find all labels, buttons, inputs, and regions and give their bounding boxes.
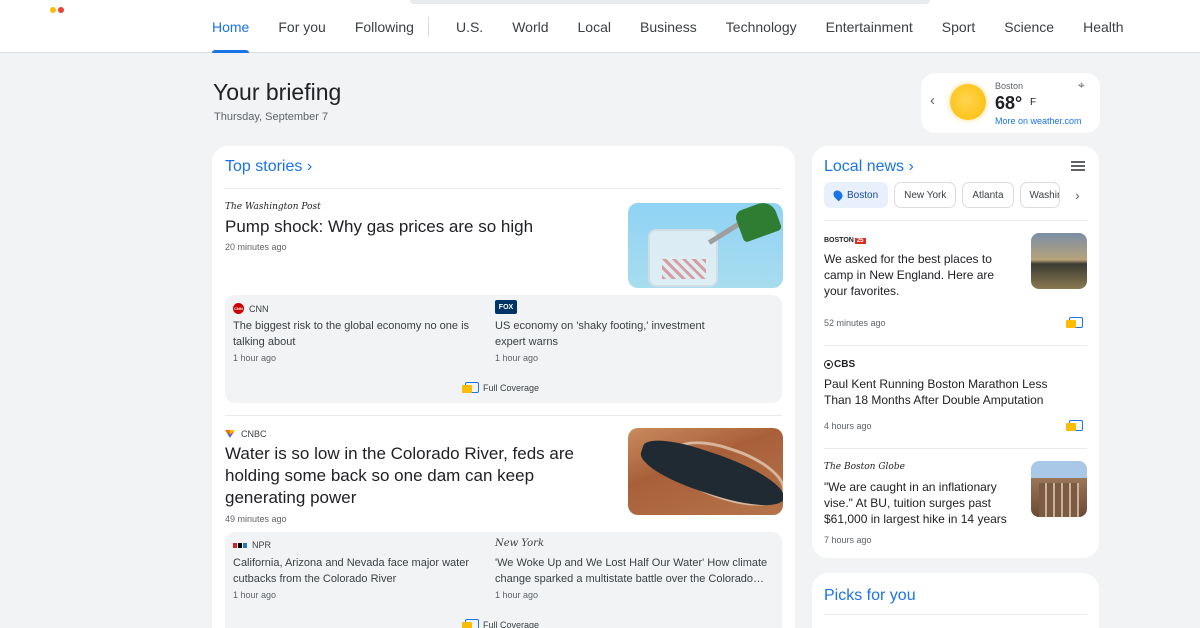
picks-for-you-card: Picks for you [812, 573, 1099, 628]
local-story-source[interactable]: The Boston Globe [824, 462, 905, 472]
lake-thumbnail[interactable] [1031, 233, 1087, 289]
weather-city: Boston [995, 81, 1024, 91]
full-coverage-button[interactable]: Full Coverage [462, 382, 539, 393]
local-news-card: Local news › Boston New York Atlanta Was… [812, 146, 1099, 558]
nav-for-you[interactable]: For you [278, 0, 325, 53]
gas-pump-thumbnail[interactable] [628, 203, 783, 288]
npr-logo-icon [233, 542, 247, 548]
nav-entertainment[interactable]: Entertainment [826, 0, 913, 53]
related-time: 1 hour ago [233, 353, 277, 363]
chip-washington[interactable]: Washington [1019, 182, 1060, 208]
story-time: 49 minutes ago [225, 514, 287, 524]
chevron-right-icon: › [908, 158, 914, 175]
related-source[interactable]: CNN CNN [233, 303, 269, 314]
local-story-headline[interactable]: Paul Kent Running Boston Marathon Less T… [824, 376, 1064, 408]
sun-icon [950, 84, 986, 120]
cbs-eye-icon [824, 360, 833, 369]
full-coverage-icon [462, 619, 479, 628]
google-news-logo[interactable] [50, 0, 76, 13]
related-time: 1 hour ago [495, 353, 539, 363]
local-story-headline[interactable]: "We are caught in an inflationary vise."… [824, 479, 1019, 527]
chevron-right-icon: › [306, 158, 313, 175]
page-title: Your briefing [213, 79, 342, 105]
local-story-source[interactable]: CBS [824, 359, 855, 370]
chip-new-york[interactable]: New York [894, 182, 957, 208]
weather-unit: F [1030, 97, 1037, 108]
nav-following[interactable]: Following [355, 0, 414, 53]
divider [824, 614, 1087, 615]
top-stories-heading[interactable]: Top stories › [225, 158, 312, 176]
nav-local[interactable]: Local [578, 0, 611, 53]
related-coverage-panel: NPR California, Arizona and Nevada face … [225, 532, 782, 628]
weather-more-link[interactable]: More on weather.com [995, 116, 1082, 126]
cnbc-logo-icon [225, 430, 235, 438]
nav-science[interactable]: Science [1004, 0, 1054, 53]
related-headline[interactable]: 'We Woke Up and We Lost Half Our Water' … [495, 555, 771, 587]
divider [225, 188, 782, 189]
location-chips: Boston New York Atlanta Washington [824, 182, 1060, 208]
nav-divider [427, 16, 429, 37]
nav-home[interactable]: Home [212, 0, 250, 53]
local-story-source[interactable]: BOSTON 25 [824, 234, 866, 244]
local-story-time: 52 minutes ago [824, 318, 886, 328]
divider [225, 415, 782, 416]
story-headline[interactable]: Water is so low in the Colorado River, f… [225, 443, 595, 509]
briefing-date: Thursday, September 7 [214, 111, 329, 123]
full-coverage-icon[interactable] [1066, 317, 1083, 328]
story-source[interactable]: The Washington Post [225, 202, 321, 212]
related-headline[interactable]: US economy on 'shaky footing,' investmen… [495, 318, 735, 350]
story-time: 20 minutes ago [225, 242, 287, 252]
story-headline[interactable]: Pump shock: Why gas prices are so high [225, 216, 605, 238]
chevron-left-icon[interactable]: ‹ [930, 92, 935, 109]
full-coverage-icon [462, 382, 479, 393]
tune-filter-icon[interactable] [1071, 160, 1085, 172]
nav-us[interactable]: U.S. [456, 0, 483, 53]
top-app-bar: Home For you Following U.S. World Local … [0, 0, 1200, 53]
nav-world[interactable]: World [512, 0, 548, 53]
location-target-icon[interactable]: ⌖ [1078, 78, 1085, 93]
related-source[interactable]: FOX [495, 300, 517, 314]
related-headline[interactable]: California, Arizona and Nevada face majo… [233, 555, 478, 587]
boston-university-thumbnail[interactable] [1031, 461, 1087, 517]
local-story-time: 7 hours ago [824, 535, 872, 545]
local-news-heading[interactable]: Local news › [824, 158, 914, 176]
related-coverage-panel: CNN CNN The biggest risk to the global e… [225, 295, 782, 403]
picks-heading[interactable]: Picks for you [824, 587, 916, 605]
weather-widget[interactable]: ‹ Boston 68° F More on weather.com ⌖ [921, 73, 1100, 133]
divider [824, 220, 1087, 221]
nav-sport[interactable]: Sport [942, 0, 975, 53]
related-time: 1 hour ago [495, 590, 539, 600]
weather-temperature: 68° [995, 93, 1023, 113]
fox-logo-icon: FOX [495, 300, 517, 314]
chip-boston[interactable]: Boston [824, 182, 889, 208]
section-nav: Home For you Following U.S. World Local … [212, 0, 1153, 53]
cnn-logo-icon: CNN [233, 303, 244, 314]
related-headline[interactable]: The biggest risk to the global economy n… [233, 318, 473, 350]
divider [824, 345, 1087, 346]
full-coverage-icon[interactable] [1066, 420, 1083, 431]
top-stories-card: Top stories › The Washington Post Pump s… [212, 146, 795, 628]
location-pin-icon [831, 188, 845, 202]
nav-technology[interactable]: Technology [726, 0, 797, 53]
related-source[interactable]: New York [495, 538, 544, 549]
related-time: 1 hour ago [233, 590, 277, 600]
divider [824, 448, 1087, 449]
chevron-right-icon[interactable]: › [1075, 187, 1080, 203]
full-coverage-button[interactable]: Full Coverage [462, 619, 539, 628]
nav-business[interactable]: Business [640, 0, 697, 53]
nav-health[interactable]: Health [1083, 0, 1123, 53]
related-source[interactable]: NPR [233, 540, 271, 550]
local-story-time: 4 hours ago [824, 421, 872, 431]
colorado-river-thumbnail[interactable] [628, 428, 783, 515]
story-source[interactable]: CNBC [225, 429, 267, 439]
chip-atlanta[interactable]: Atlanta [962, 182, 1014, 208]
local-story-headline[interactable]: We asked for the best places to camp in … [824, 251, 1014, 299]
